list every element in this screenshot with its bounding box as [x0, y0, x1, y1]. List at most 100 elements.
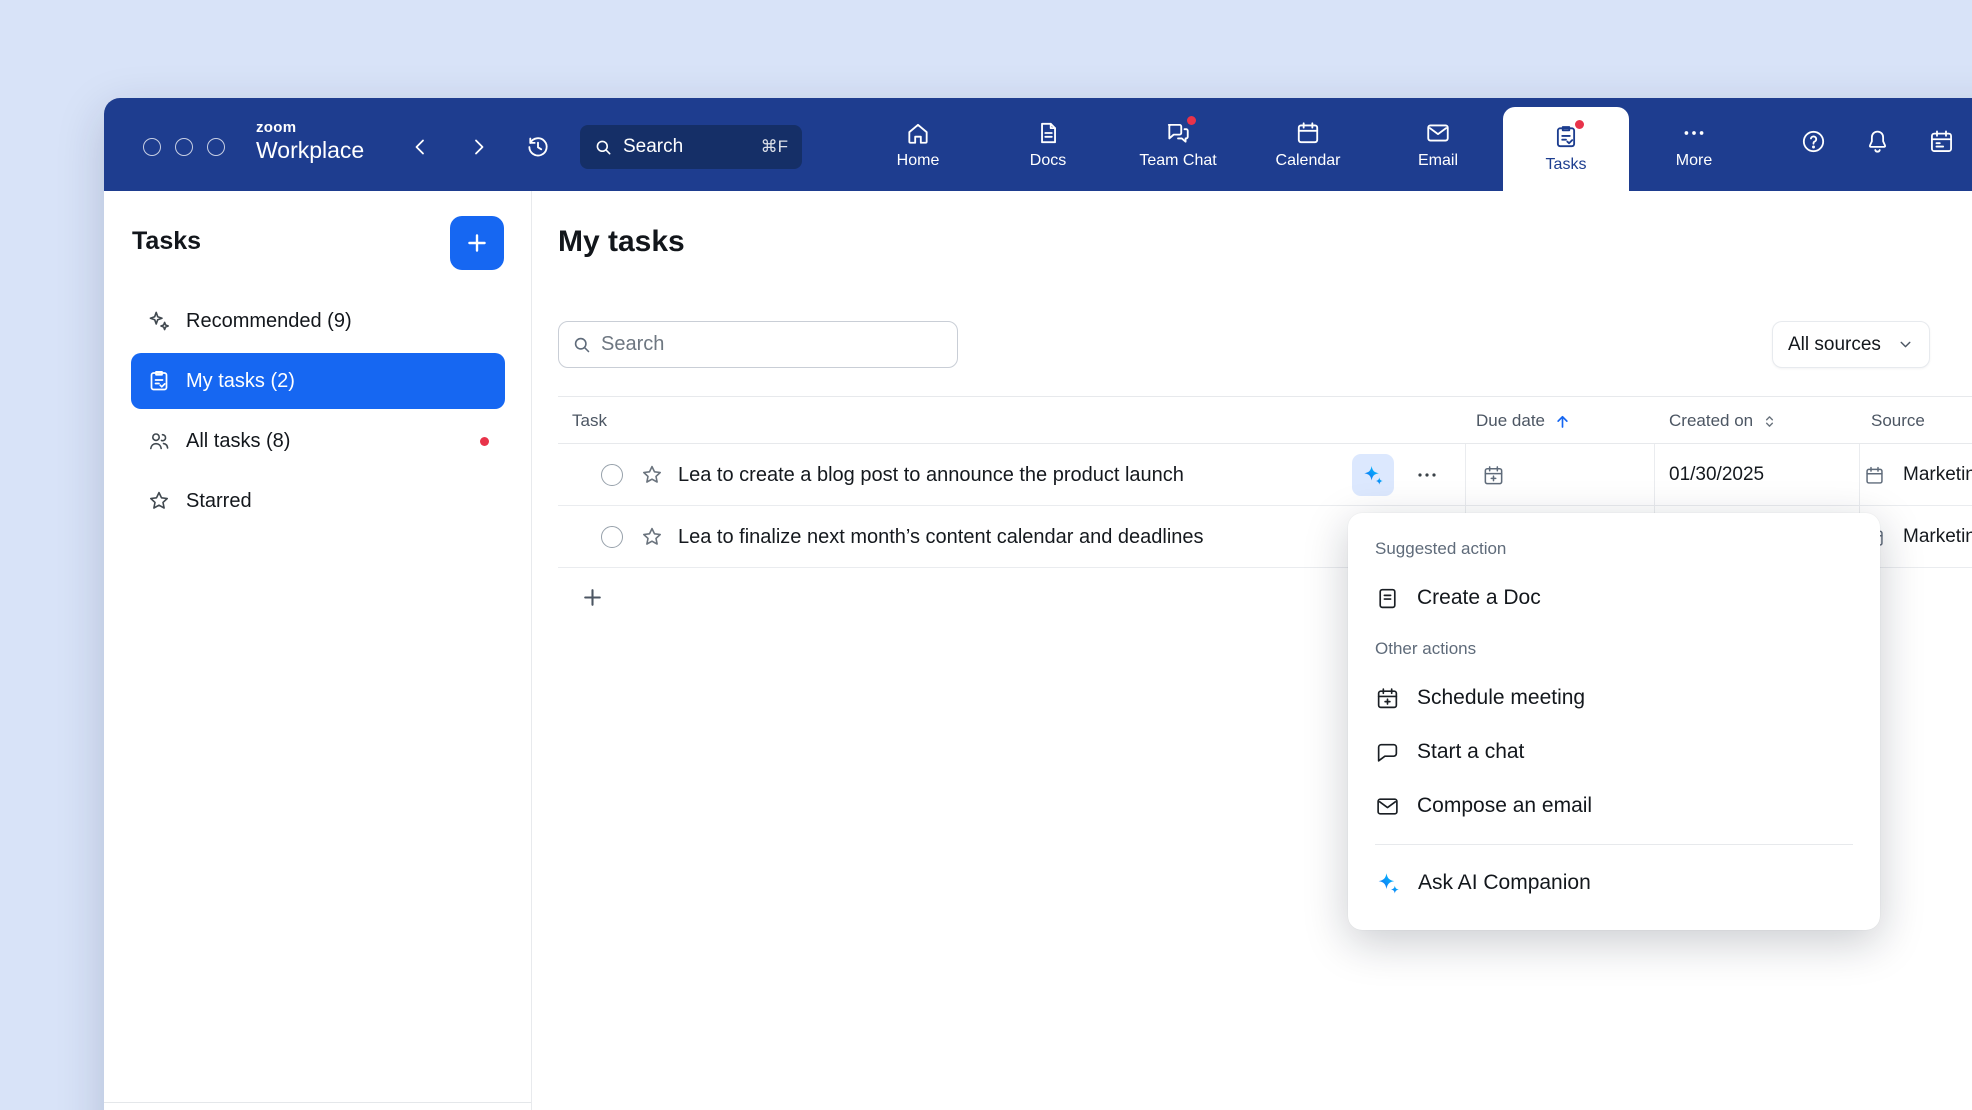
team-chat-notification-dot [1187, 116, 1196, 125]
menu-item-start-chat[interactable]: Start a chat [1348, 725, 1880, 779]
column-header-source: Source [1871, 397, 1925, 445]
notifications-button[interactable] [1864, 128, 1891, 155]
all-tasks-notification-dot [480, 437, 489, 446]
ai-companion-sparkle-icon [1375, 870, 1401, 896]
task-complete-checkbox[interactable] [601, 464, 623, 486]
sidebar-item-label: Starred [186, 490, 252, 513]
zoom-workplace-logo: zoom Workplace [256, 120, 364, 162]
page-title: My tasks [558, 225, 685, 259]
nav-tab-tasks-active[interactable]: Tasks [1503, 107, 1629, 191]
task-row[interactable]: Lea to create a blog post to announce th… [558, 444, 1972, 506]
calendar-plus-icon [1375, 686, 1400, 711]
nav-tab-label: Home [897, 152, 940, 170]
sidebar-item-starred[interactable]: Starred [131, 473, 505, 529]
column-header-created-on[interactable]: Created on [1669, 397, 1778, 445]
new-task-button[interactable] [450, 216, 504, 270]
window-minimize-button[interactable] [175, 138, 193, 156]
nav-tab-label: More [1676, 152, 1712, 170]
search-icon [594, 138, 613, 157]
forward-button[interactable] [463, 131, 495, 163]
history-button[interactable] [522, 131, 554, 163]
source-value: Marketing [1903, 444, 1972, 506]
sidebar-item-label: All tasks (8) [186, 430, 290, 453]
source-value: Marketing [1903, 506, 1972, 568]
top-navigation: Home Docs Team Chat [853, 98, 1759, 191]
star-icon[interactable] [640, 525, 664, 549]
plus-icon [464, 230, 490, 256]
menu-item-label: Start a chat [1417, 740, 1524, 764]
add-task-inline-button[interactable] [580, 585, 605, 610]
tasks-search-box [558, 321, 958, 368]
nav-tab-label: Email [1418, 152, 1458, 170]
menu-section-heading: Suggested action [1348, 535, 1880, 571]
menu-item-create-doc[interactable]: Create a Doc [1348, 571, 1880, 625]
menu-item-label: Compose an email [1417, 794, 1592, 818]
ai-companion-button-active[interactable] [1352, 454, 1394, 496]
created-on-value: 01/30/2025 [1669, 444, 1764, 506]
menu-item-label: Schedule meeting [1417, 686, 1585, 710]
nav-tab-home[interactable]: Home [853, 98, 983, 191]
schedule-button[interactable] [1928, 128, 1955, 155]
window-maximize-button[interactable] [207, 138, 225, 156]
topbar: zoom Workplace [104, 98, 1972, 191]
menu-item-schedule-meeting[interactable]: Schedule meeting [1348, 671, 1880, 725]
source-calendar-icon [1864, 465, 1885, 486]
nav-tab-calendar[interactable]: Calendar [1243, 98, 1373, 191]
chevron-down-icon [1897, 336, 1914, 353]
back-button[interactable] [404, 131, 436, 163]
nav-tab-label: Docs [1030, 152, 1066, 170]
sources-filter-dropdown[interactable]: All sources [1772, 321, 1930, 368]
task-title: Lea to create a blog post to announce th… [678, 444, 1184, 506]
people-icon [147, 429, 171, 453]
more-dots-icon [1681, 120, 1707, 146]
chat-bubble-icon [1375, 740, 1400, 765]
home-icon [905, 120, 931, 146]
task-title: Lea to finalize next month’s content cal… [678, 506, 1204, 568]
doc-icon [1375, 586, 1400, 611]
logo-zoom-text: zoom [256, 120, 364, 135]
sidebar-item-label: My tasks (2) [186, 370, 295, 393]
search-shortcut-hint: ⌘F [761, 137, 788, 157]
menu-divider [1375, 844, 1853, 845]
nav-tab-email[interactable]: Email [1373, 98, 1503, 191]
window-controls [143, 138, 225, 156]
add-due-date-icon[interactable] [1482, 464, 1505, 487]
global-search-bar[interactable]: Search ⌘F [580, 125, 802, 169]
tasks-search-input[interactable] [601, 333, 944, 356]
logo-workplace-text: Workplace [256, 139, 364, 162]
sidebar-item-recommended[interactable]: Recommended (9) [131, 293, 505, 349]
sort-ascending-icon [1553, 412, 1572, 431]
tasks-sidebar: Tasks Recommended (9) My tasks ( [104, 191, 532, 1110]
nav-tab-team-chat[interactable]: Team Chat [1113, 98, 1243, 191]
zoom-workplace-window: zoom Workplace [104, 98, 1972, 1110]
sidebar-footer-divider [104, 1102, 531, 1103]
nav-tab-docs[interactable]: Docs [983, 98, 1113, 191]
sidebar-nav: Recommended (9) My tasks (2) All tasks (… [131, 293, 505, 529]
calendar-agenda-icon [1928, 128, 1955, 155]
sidebar-item-all-tasks[interactable]: All tasks (8) [131, 413, 505, 469]
plus-icon [580, 585, 605, 610]
help-button[interactable] [1800, 128, 1827, 155]
column-header-task: Task [572, 397, 607, 445]
docs-icon [1035, 120, 1061, 146]
menu-item-ask-ai-companion[interactable]: Ask AI Companion [1348, 856, 1880, 910]
topbar-right-actions [1800, 128, 1955, 155]
window-close-button[interactable] [143, 138, 161, 156]
sidebar-title: Tasks [132, 227, 201, 256]
nav-tab-more[interactable]: More [1629, 98, 1759, 191]
menu-section-heading: Other actions [1348, 625, 1880, 671]
row-more-actions-button[interactable] [1411, 459, 1443, 491]
email-icon [1375, 794, 1400, 819]
sources-filter-value: All sources [1788, 334, 1881, 356]
nav-tab-label: Tasks [1546, 156, 1587, 174]
task-complete-checkbox[interactable] [601, 526, 623, 548]
sidebar-item-my-tasks[interactable]: My tasks (2) [131, 353, 505, 409]
column-header-due-date[interactable]: Due date [1476, 397, 1572, 445]
suggested-actions-menu: Suggested action Create a Doc Other acti… [1348, 513, 1880, 930]
calendar-icon [1295, 120, 1321, 146]
chevron-left-icon [408, 135, 432, 159]
menu-item-compose-email[interactable]: Compose an email [1348, 779, 1880, 833]
nav-tab-label: Team Chat [1139, 152, 1216, 170]
search-icon [572, 335, 592, 355]
star-icon[interactable] [640, 463, 664, 487]
